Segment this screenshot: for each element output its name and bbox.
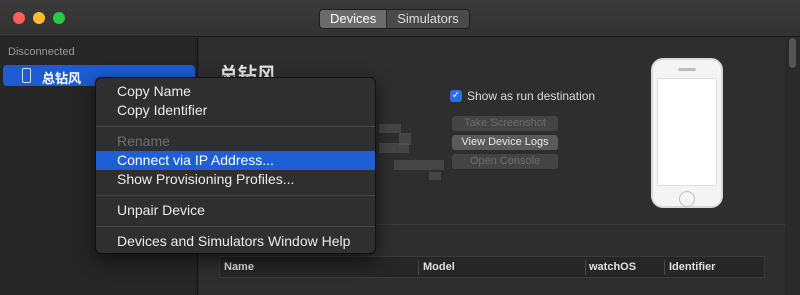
menu-item-copy-name[interactable]: Copy Name (96, 82, 375, 101)
menu-item-window-help[interactable]: Devices and Simulators Window Help (96, 232, 375, 251)
phone-speaker (678, 68, 696, 71)
column-watchos[interactable]: watchOS (589, 261, 636, 273)
devices-window: Devices Simulators Disconnected 总钻风 总钻风 … (0, 0, 800, 295)
tab-devices[interactable]: Devices (320, 10, 387, 28)
redacted-info (429, 172, 441, 180)
scrollbar-thumb[interactable] (789, 38, 796, 68)
close-window-button[interactable] (13, 12, 25, 24)
view-device-logs-button[interactable]: View Device Logs (452, 135, 558, 150)
menu-item-show-provisioning-profiles[interactable]: Show Provisioning Profiles... (96, 170, 375, 189)
open-console-button[interactable]: Open Console (452, 154, 558, 169)
zoom-window-button[interactable] (53, 12, 65, 24)
column-divider (585, 260, 586, 275)
redacted-info (394, 160, 444, 170)
menu-item-copy-identifier[interactable]: Copy Identifier (96, 101, 375, 120)
sidebar-item-label: 总钻风 (42, 71, 82, 86)
column-name[interactable]: Name (224, 261, 254, 273)
menu-separator (96, 195, 375, 196)
iphone-icon (22, 68, 31, 83)
redacted-info (379, 143, 409, 153)
minimize-window-button[interactable] (33, 12, 45, 24)
redacted-info (379, 124, 401, 133)
menu-item-rename: Rename (117, 133, 170, 149)
iphone-illustration (651, 58, 723, 208)
menu-separator (96, 226, 375, 227)
menu-item-connect-via-ip[interactable]: Connect via IP Address... (96, 151, 375, 170)
column-model[interactable]: Model (423, 261, 455, 273)
column-divider (418, 260, 419, 275)
run-destination-label: Show as run destination (467, 89, 596, 103)
menu-separator (96, 126, 375, 127)
vertical-scrollbar[interactable] (785, 38, 800, 295)
phone-home-button (679, 191, 695, 207)
title-bar: Devices Simulators (0, 0, 800, 37)
phone-screen (657, 78, 717, 186)
menu-item-unpair-device[interactable]: Unpair Device (96, 201, 375, 220)
tab-simulators[interactable]: Simulators (387, 10, 469, 28)
devices-simulators-segmented-control: Devices Simulators (319, 9, 470, 29)
take-screenshot-button[interactable]: Take Screenshot (452, 116, 558, 131)
sidebar-section-header: Disconnected (8, 46, 75, 58)
column-divider (664, 260, 665, 275)
run-destination-checkbox[interactable]: ✓ (450, 90, 462, 102)
paired-devices-table-header: Name Model watchOS Identifier (219, 256, 765, 278)
column-identifier[interactable]: Identifier (669, 261, 715, 273)
context-menu: Copy Name Copy Identifier Rename Connect… (95, 77, 376, 254)
